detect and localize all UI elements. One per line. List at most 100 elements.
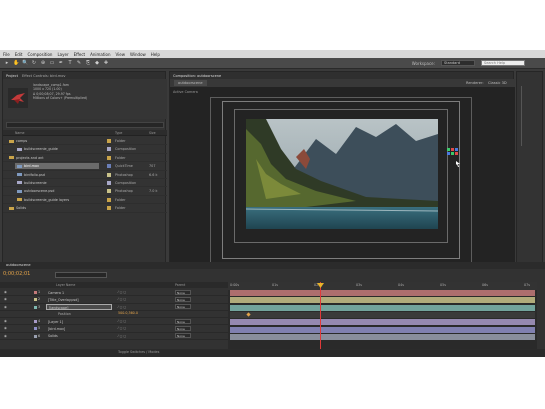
- col-type[interactable]: Type: [115, 131, 122, 135]
- search-help-input[interactable]: Search Help: [481, 60, 525, 66]
- col-layer-name[interactable]: Layer Name: [56, 283, 75, 287]
- project-search-input[interactable]: [6, 122, 164, 128]
- layer-duration-bar[interactable]: [230, 297, 535, 304]
- menu-edit[interactable]: Edit: [15, 52, 23, 57]
- layer-row[interactable]: ◉ 5 [bird.mov] ⁄ ◻ ◻ None: [0, 325, 228, 333]
- menu-composition[interactable]: Composition: [27, 52, 52, 57]
- parent-select[interactable]: None: [175, 304, 191, 310]
- visibility-eye-icon[interactable]: ◉: [4, 326, 7, 330]
- layer-switches[interactable]: ⁄ ◻ ◻: [118, 334, 126, 338]
- selection-tool-icon[interactable]: ▸: [4, 60, 10, 66]
- layer-switches[interactable]: ⁄ ◻ ◻: [118, 305, 126, 309]
- layer-name[interactable]: [Layer 1]: [46, 319, 112, 325]
- layer-name[interactable]: [landscape]: [46, 304, 112, 311]
- col-name[interactable]: Name: [15, 131, 24, 135]
- renderer-value[interactable]: Classic 3D: [488, 80, 507, 86]
- rotate-tool-icon[interactable]: ↻: [31, 60, 37, 66]
- visibility-eye-icon[interactable]: ◉: [4, 334, 7, 338]
- tab-project[interactable]: Project: [6, 74, 18, 78]
- layer-label-color[interactable]: [34, 327, 37, 331]
- composition-viewer[interactable]: Active Camera: [170, 87, 515, 285]
- layer-duration-bar[interactable]: [230, 290, 535, 296]
- parent-select[interactable]: None: [175, 296, 191, 302]
- project-item[interactable]: buildscreenie Composition: [3, 179, 167, 188]
- layer-label-color[interactable]: [34, 298, 37, 302]
- menu-help[interactable]: Help: [151, 52, 160, 57]
- layer-switches[interactable]: ⁄ ◻ ◻: [118, 290, 126, 294]
- subtab-outdoorscene[interactable]: outdoorscene: [174, 80, 207, 86]
- layer-duration-bar[interactable]: [230, 319, 535, 326]
- keyframe-track[interactable]: [230, 311, 535, 318]
- layer-switches[interactable]: ⁄ ◻ ◻: [118, 326, 126, 330]
- layer-duration-bar[interactable]: [230, 333, 535, 340]
- position-value[interactable]: 500.0,360.0: [118, 311, 138, 315]
- pen-tool-icon[interactable]: ✒: [58, 60, 64, 66]
- keyframe-icon[interactable]: [246, 312, 251, 317]
- layer-row[interactable]: ◉ 1 Camera 1 ⁄ ◻ ◻ None: [0, 289, 228, 297]
- hand-tool-icon[interactable]: ✋: [13, 60, 19, 66]
- col-parent[interactable]: Parent: [175, 283, 185, 287]
- eraser-tool-icon[interactable]: ◆: [94, 60, 100, 66]
- parent-select[interactable]: None: [175, 289, 191, 295]
- layer-row[interactable]: ◉ 4 [Layer 1] ⁄ ◻ ◻ None: [0, 318, 228, 326]
- layer-duration-bar[interactable]: [230, 304, 535, 311]
- project-item[interactable]: Solids Folder: [3, 204, 167, 213]
- layer-name[interactable]: [Title_Overlay.psd]: [46, 297, 112, 303]
- tab-composition[interactable]: Composition: outdoorscene: [173, 74, 221, 78]
- camera-icon[interactable]: [446, 147, 460, 159]
- menu-file[interactable]: File: [3, 52, 10, 57]
- parent-select[interactable]: None: [175, 333, 191, 339]
- rectangle-tool-icon[interactable]: ▭: [49, 60, 55, 66]
- project-item[interactable]: buildscreenie_guide Composition: [3, 145, 167, 154]
- label-color-swatch[interactable]: [107, 180, 111, 185]
- layer-name[interactable]: Solids: [46, 333, 112, 339]
- puppet-tool-icon[interactable]: ✚: [103, 60, 109, 66]
- layer-label-color[interactable]: [34, 305, 37, 309]
- label-color-swatch[interactable]: [107, 164, 111, 169]
- landscape-footage-layer[interactable]: [246, 119, 438, 229]
- layer-switches[interactable]: ⁄ ◻ ◻: [118, 297, 126, 301]
- project-item[interactable]: projects and ant Folder: [3, 154, 167, 163]
- timeline-search-input[interactable]: [55, 272, 107, 278]
- layer-label-color[interactable]: [34, 320, 37, 324]
- layer-row[interactable]: ◉ 6 Solids ⁄ ◻ ◻ None: [0, 333, 228, 341]
- timeline-current-time[interactable]: 0;00;02;01: [3, 271, 30, 277]
- project-item[interactable]: bird.mov QuickTime 707: [3, 162, 167, 171]
- toggle-switches-modes[interactable]: Toggle Switches / Modes: [118, 350, 159, 354]
- camera-tool-icon[interactable]: ⊕: [40, 60, 46, 66]
- label-color-swatch[interactable]: [107, 189, 111, 194]
- playhead-line[interactable]: [320, 282, 321, 349]
- menu-view[interactable]: View: [116, 52, 126, 57]
- menu-animation[interactable]: Animation: [90, 52, 110, 57]
- layer-label-color[interactable]: [34, 334, 37, 338]
- clone-stamp-tool-icon[interactable]: ⎘: [85, 60, 91, 66]
- parent-select[interactable]: None: [175, 325, 191, 331]
- project-item[interactable]: outdoorscene.psd Photoshop 7.0 k: [3, 187, 167, 196]
- label-color-swatch[interactable]: [107, 147, 111, 152]
- project-item[interactable]: birdfolio.psd Photoshop 6.6 k: [3, 171, 167, 179]
- label-color-swatch[interactable]: [107, 172, 111, 177]
- zoom-tool-icon[interactable]: 🔍: [22, 60, 28, 66]
- layer-row[interactable]: ◉ 2 [Title_Overlay.psd] ⁄ ◻ ◻ None: [0, 296, 228, 304]
- layer-row[interactable]: ◉ 3 [landscape] ⁄ ◻ ◻ None: [0, 304, 228, 311]
- visibility-eye-icon[interactable]: ◉: [4, 305, 7, 309]
- col-size[interactable]: Size: [149, 131, 156, 135]
- label-color-swatch[interactable]: [107, 139, 111, 143]
- timeline-tracks[interactable]: 0:00s 01s 02s 03s 04s 05s 06s 07s: [228, 282, 537, 349]
- layer-property-row[interactable]: Position 500.0,360.0: [0, 311, 228, 319]
- label-color-swatch[interactable]: [107, 206, 111, 211]
- menu-effect[interactable]: Effect: [74, 52, 86, 57]
- layer-label-color[interactable]: [34, 291, 37, 294]
- visibility-eye-icon[interactable]: ◉: [4, 319, 7, 323]
- layer-name[interactable]: [bird.mov]: [46, 326, 112, 332]
- layer-duration-bar[interactable]: [230, 326, 535, 333]
- project-item[interactable]: buildscreenie_guide layers Folder: [3, 196, 167, 205]
- project-item[interactable]: comps Folder: [3, 137, 167, 146]
- label-color-swatch[interactable]: [107, 197, 111, 202]
- type-tool-icon[interactable]: T: [67, 60, 73, 66]
- visibility-eye-icon[interactable]: ◉: [4, 297, 7, 301]
- menu-layer[interactable]: Layer: [57, 52, 68, 57]
- layer-switches[interactable]: ⁄ ◻ ◻: [118, 319, 126, 323]
- workspace-select[interactable]: Standard: [441, 60, 475, 66]
- brush-tool-icon[interactable]: ✎: [76, 60, 82, 66]
